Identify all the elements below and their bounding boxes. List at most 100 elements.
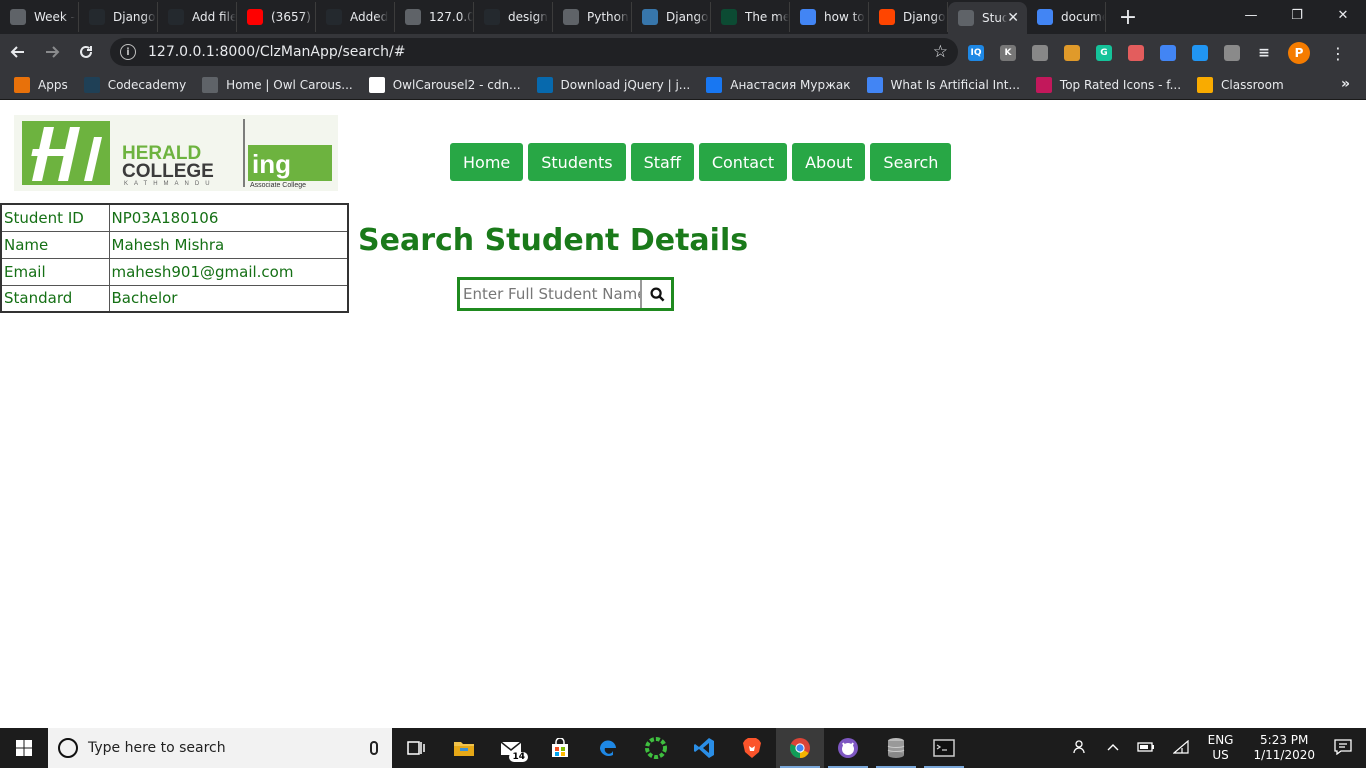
- browser-tab[interactable]: how to: [790, 2, 869, 32]
- restore-button[interactable]: ❐: [1274, 0, 1320, 30]
- browser-menu-icon[interactable]: ⋮: [1330, 44, 1346, 63]
- database-app[interactable]: [872, 728, 920, 768]
- browser-tab[interactable]: Stud ✕: [948, 2, 1027, 34]
- close-tab-icon[interactable]: ✕: [1007, 10, 1019, 26]
- browser-tab[interactable]: Added: [316, 2, 395, 32]
- vpn-icon[interactable]: [1224, 45, 1240, 61]
- vscode-icon: [694, 738, 714, 758]
- bookmark-item[interactable]: Classroom: [1197, 76, 1284, 93]
- profile-avatar[interactable]: P: [1288, 42, 1310, 64]
- browser-tab[interactable]: docume: [1027, 2, 1106, 32]
- microphone-icon[interactable]: [370, 741, 378, 755]
- browser-toolbar: i 127.0.0.1:8000/ClzManApp/search/# ☆ IQ…: [0, 34, 1366, 70]
- iq-icon[interactable]: IQ: [968, 45, 984, 61]
- browser-tab[interactable]: Week -: [0, 2, 79, 32]
- store-bag-icon: [552, 738, 568, 757]
- new-tab-button[interactable]: +: [1114, 3, 1142, 31]
- bookmark-item[interactable]: What Is Artificial Int...: [866, 76, 1020, 93]
- vscode-app[interactable]: [680, 728, 728, 768]
- chevron-up-icon[interactable]: [1107, 741, 1119, 755]
- nav-students-button[interactable]: Students: [528, 143, 626, 181]
- herald-college-logo[interactable]: HERALD COLLEGE KATHMANDU ing Associate C…: [14, 115, 338, 191]
- browser-tab[interactable]: Django: [869, 2, 948, 32]
- terminal-app[interactable]: [920, 728, 968, 768]
- browser-tab[interactable]: (3657) I: [237, 2, 316, 32]
- file-explorer-app[interactable]: [440, 728, 488, 768]
- close-window-button[interactable]: ✕: [1320, 0, 1366, 30]
- browser-tab-strip: Week - Django Add file (3657) I Added 127.0.0…: [0, 0, 1366, 34]
- browser-tab[interactable]: Add file: [158, 2, 237, 32]
- browser-tab[interactable]: Django: [79, 2, 158, 32]
- taskbar-search-box[interactable]: Type here to search: [48, 728, 392, 768]
- grammarly-icon[interactable]: G: [1096, 45, 1112, 61]
- incognito-icon[interactable]: [1032, 45, 1048, 61]
- wifi-icon[interactable]: [1171, 739, 1189, 757]
- refresh-app[interactable]: [632, 728, 680, 768]
- student-standard-value: Bachelor: [108, 284, 349, 313]
- purple-cat-app[interactable]: [824, 728, 872, 768]
- reload-button[interactable]: [70, 36, 102, 68]
- address-url[interactable]: 127.0.0.1:8000/ClzManApp/search/#: [148, 44, 405, 60]
- bookmark-item[interactable]: Apps: [14, 76, 68, 93]
- browser-tab[interactable]: Python: [553, 2, 632, 32]
- bookmark-item[interactable]: Top Rated Icons - f...: [1035, 76, 1181, 93]
- jquery-icon: [536, 76, 553, 93]
- svg-text:KATHMANDU: KATHMANDU: [124, 181, 216, 187]
- forward-button[interactable]: [36, 36, 68, 68]
- github-icon: [168, 9, 184, 25]
- back-button[interactable]: [2, 36, 34, 68]
- screen-record-icon[interactable]: [1128, 45, 1144, 61]
- bookmark-star-icon[interactable]: ☆: [933, 42, 948, 62]
- translate-icon[interactable]: [1160, 45, 1176, 61]
- browser-tab[interactable]: Django: [632, 2, 711, 32]
- battery-icon[interactable]: [1136, 741, 1155, 756]
- tab-title: Django: [903, 10, 946, 24]
- browser-tab[interactable]: The me: [711, 2, 790, 32]
- bookmark-item[interactable]: Home | Owl Carous...: [202, 76, 353, 93]
- apps-grid-icon: [14, 76, 30, 93]
- tab-title: (3657) I: [271, 10, 315, 24]
- tab-title: docume: [1061, 10, 1105, 24]
- minimize-button[interactable]: —: [1228, 0, 1274, 30]
- mail-app[interactable]: 14: [488, 728, 536, 768]
- address-bar[interactable]: i 127.0.0.1:8000/ClzManApp/search/# ☆: [110, 38, 958, 66]
- bookmark-item[interactable]: OwlCarousel2 - cdn...: [368, 76, 521, 93]
- brave-app[interactable]: [728, 728, 776, 768]
- extensions-area: IQ K G ≡ P ⋮: [968, 42, 1346, 64]
- mail-badge: 14: [509, 752, 528, 762]
- browser-tab[interactable]: 127.0.0.: [395, 2, 474, 32]
- sound-icon[interactable]: [1192, 45, 1208, 61]
- python-icon: [642, 9, 658, 25]
- k-icon[interactable]: K: [1000, 45, 1016, 61]
- browser-tab[interactable]: design: [474, 2, 553, 32]
- nav-search-button[interactable]: Search: [870, 143, 952, 181]
- clock[interactable]: 5:23 PM 1/11/2020: [1253, 733, 1315, 763]
- notifications-icon[interactable]: [1334, 738, 1352, 758]
- bookmark-label: Apps: [38, 77, 68, 92]
- more-bookmarks-icon[interactable]: »: [1341, 76, 1350, 92]
- start-button[interactable]: [0, 728, 48, 768]
- chrome-app[interactable]: [776, 728, 824, 768]
- task-view-button[interactable]: [392, 728, 440, 768]
- tab-title: Added: [350, 10, 389, 24]
- media-control-icon[interactable]: ≡: [1256, 45, 1272, 61]
- bookmark-item[interactable]: Анастасия Муржак: [706, 76, 851, 93]
- nav-about-button[interactable]: About: [792, 143, 866, 181]
- green-ring-icon: [645, 737, 667, 759]
- nav-home-button[interactable]: Home: [450, 143, 524, 181]
- search-submit-button[interactable]: [642, 280, 671, 308]
- site-info-icon[interactable]: i: [120, 44, 136, 60]
- language-indicator[interactable]: ENG US: [1208, 733, 1234, 763]
- svg-text:COLLEGE: COLLEGE: [122, 161, 214, 182]
- nav-contact-button[interactable]: Contact: [698, 143, 788, 181]
- edge-app[interactable]: [584, 728, 632, 768]
- microsoft-store-app[interactable]: [536, 728, 584, 768]
- student-name-search-input[interactable]: [460, 280, 642, 308]
- nav-staff-button[interactable]: Staff: [630, 143, 694, 181]
- terminal-icon: [933, 739, 955, 757]
- bookmark-item[interactable]: Download jQuery | j...: [536, 76, 690, 93]
- owl-icon[interactable]: [1064, 45, 1080, 61]
- people-icon[interactable]: [1072, 739, 1089, 758]
- tab-title: The me: [745, 10, 789, 24]
- bookmark-item[interactable]: Codecademy: [83, 76, 186, 93]
